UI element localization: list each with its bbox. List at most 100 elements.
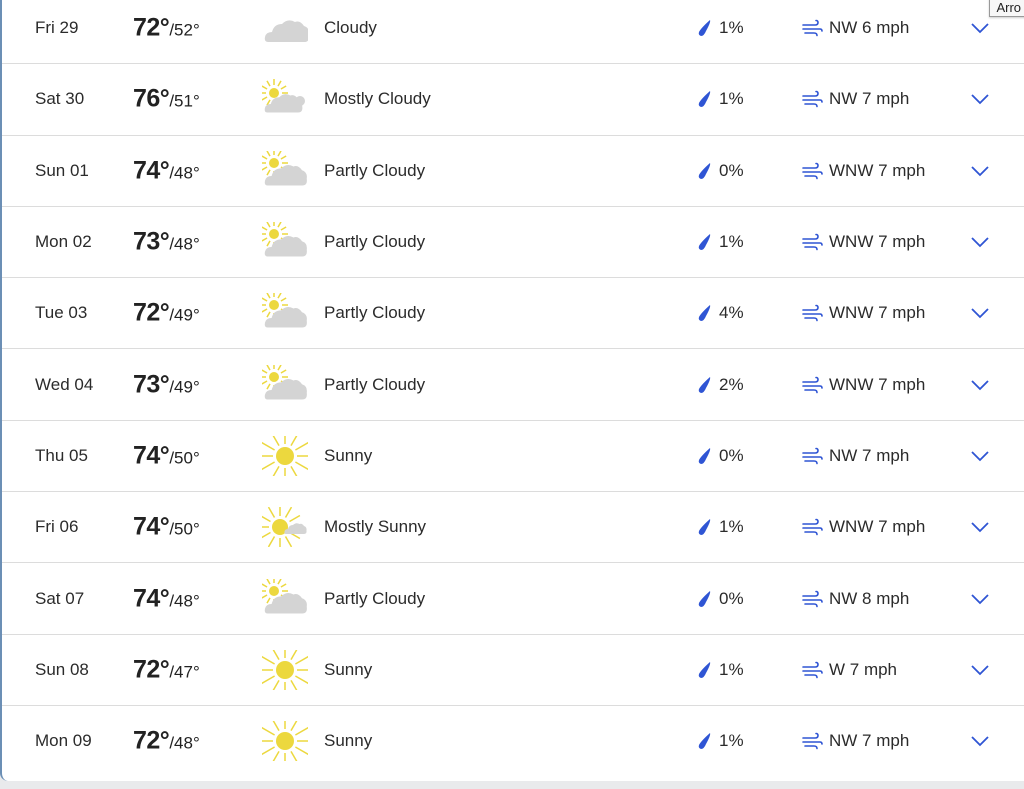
high-temp: 76° <box>133 84 170 113</box>
chevron-down-icon[interactable] <box>970 593 990 605</box>
high-temp: 72° <box>133 298 170 327</box>
day-label: Thu 05 <box>35 445 88 465</box>
high-temp: 72° <box>133 655 170 684</box>
high-temp: 74° <box>133 512 170 541</box>
day-label: Sat 07 <box>35 588 85 608</box>
chevron-down-icon[interactable] <box>970 236 990 248</box>
wind-icon <box>802 590 823 607</box>
high-temp: 74° <box>133 156 170 185</box>
wind: WNW 7 mph <box>829 374 926 394</box>
wind-icon <box>802 305 823 322</box>
wind: NW 6 mph <box>829 18 910 38</box>
chevron-down-icon[interactable] <box>970 450 990 462</box>
wind: WNW 7 mph <box>829 232 926 252</box>
forecast-row[interactable]: Sun 08 72°/47° Sunny 1% W 7 mph <box>2 635 1024 706</box>
wind-icon <box>802 661 823 679</box>
condition: Sunny <box>324 659 373 679</box>
chevron-down-icon[interactable] <box>970 22 990 34</box>
forecast-row[interactable]: Thu 05 74°/50° Sunny 0% NW 7 mph <box>2 421 1024 493</box>
day-label: Sun 08 <box>35 659 89 679</box>
raindrop-icon <box>698 590 711 607</box>
chevron-down-icon[interactable] <box>970 521 990 533</box>
wind-icon <box>802 162 823 180</box>
chevron-down-icon[interactable] <box>970 664 990 676</box>
chevron-down-icon[interactable] <box>970 93 990 105</box>
raindrop-icon <box>698 661 711 678</box>
partly-cloudy-icon <box>262 222 307 257</box>
forecast-row[interactable]: Wed 04 73°/49° Partly Cloudy 2% WNW 7 mp… <box>2 349 1024 421</box>
high-temp: 72° <box>133 13 170 42</box>
low-temp: /50° <box>169 448 200 468</box>
precip-chance: 1% <box>719 232 744 252</box>
day-label: Mon 09 <box>35 731 92 751</box>
high-temp: 72° <box>133 726 170 755</box>
forecast-row[interactable]: Tue 03 72°/49° Partly Cloudy 4% WNW 7 mp… <box>2 278 1024 350</box>
condition: Partly Cloudy <box>324 160 426 180</box>
partly-cloudy-icon <box>262 150 307 186</box>
chevron-down-icon[interactable] <box>970 379 990 391</box>
cloudy-icon <box>264 20 308 43</box>
precip-chance: 0% <box>719 160 744 180</box>
temperatures: 74°/50° <box>133 441 200 470</box>
low-temp: /48° <box>169 234 200 254</box>
forecast-row[interactable]: Sat 07 74°/48° Partly Cloudy 0% NW 8 mph <box>2 563 1024 635</box>
low-temp: /51° <box>169 91 200 111</box>
low-temp: /48° <box>169 733 200 753</box>
wind: NW 7 mph <box>829 445 910 465</box>
temperatures: 72°/47° <box>133 655 200 684</box>
chevron-down-icon[interactable] <box>970 307 990 319</box>
forecast-row[interactable]: Mon 02 73°/48° Partly Cloudy 1% WNW 7 mp… <box>2 207 1024 279</box>
precip-chance: 1% <box>719 659 744 679</box>
raindrop-icon <box>698 447 711 464</box>
low-temp: /49° <box>169 305 200 325</box>
partly-cloudy-icon <box>262 578 307 614</box>
wind: NW 8 mph <box>829 588 910 608</box>
day-label: Sun 01 <box>35 160 89 180</box>
mostly-cloudy-icon <box>262 79 305 113</box>
chevron-down-icon[interactable] <box>970 165 990 177</box>
wind: NW 7 mph <box>829 89 910 109</box>
day-label: Tue 03 <box>35 303 88 323</box>
tooltip: Arro <box>989 0 1024 17</box>
sunny-icon <box>262 435 308 476</box>
high-temp: 73° <box>133 370 170 399</box>
raindrop-icon <box>698 162 711 179</box>
partly-cloudy-icon <box>262 293 307 328</box>
low-temp: /49° <box>169 377 200 397</box>
forecast-row[interactable]: Fri 29 72°/52° Cloudy 1% NW 6 mph <box>2 0 1024 65</box>
day-label: Mon 02 <box>35 232 92 252</box>
day-label: Fri 06 <box>35 517 79 537</box>
forecast-row[interactable]: Sat 30 76°/51° Mostly Cloudy 1% NW 7 mph <box>2 64 1024 136</box>
chevron-down-icon[interactable] <box>970 735 990 747</box>
wind-icon <box>802 91 823 108</box>
daily-forecast-card: Fri 29 72°/52° Cloudy 1% NW 6 mph Sat 30… <box>0 0 1024 781</box>
low-temp: /47° <box>169 662 200 682</box>
low-temp: /50° <box>169 519 200 539</box>
low-temp: /48° <box>169 591 200 611</box>
partly-cloudy-icon <box>262 364 307 400</box>
raindrop-icon <box>698 733 711 750</box>
wind: W 7 mph <box>829 659 898 679</box>
temperatures: 74°/48° <box>133 584 200 613</box>
precip-chance: 1% <box>719 18 744 38</box>
temperatures: 72°/52° <box>133 14 200 43</box>
raindrop-icon <box>698 519 711 536</box>
precip-chance: 1% <box>719 89 744 109</box>
raindrop-icon <box>698 234 711 251</box>
raindrop-icon <box>698 91 711 108</box>
forecast-row[interactable]: Fri 06 74°/50° Mostly Sunny 1% WNW 7 mph <box>2 492 1024 564</box>
condition: Partly Cloudy <box>324 374 426 394</box>
condition: Partly Cloudy <box>324 588 426 608</box>
wind: WNW 7 mph <box>829 517 926 537</box>
raindrop-icon <box>698 305 711 322</box>
forecast-row[interactable]: Sun 01 74°/48° Partly Cloudy 0% WNW 7 mp… <box>2 136 1024 207</box>
raindrop-icon <box>698 20 711 37</box>
condition: Mostly Cloudy <box>324 89 431 109</box>
wind-icon <box>802 518 823 536</box>
temperatures: 73°/48° <box>133 228 200 257</box>
sunny-icon <box>262 721 308 762</box>
temperatures: 72°/49° <box>133 299 200 328</box>
precip-chance: 1% <box>719 517 744 537</box>
day-label: Fri 29 <box>35 18 79 38</box>
forecast-row[interactable]: Mon 09 72°/48° Sunny 1% NW 7 mph <box>2 706 1024 776</box>
